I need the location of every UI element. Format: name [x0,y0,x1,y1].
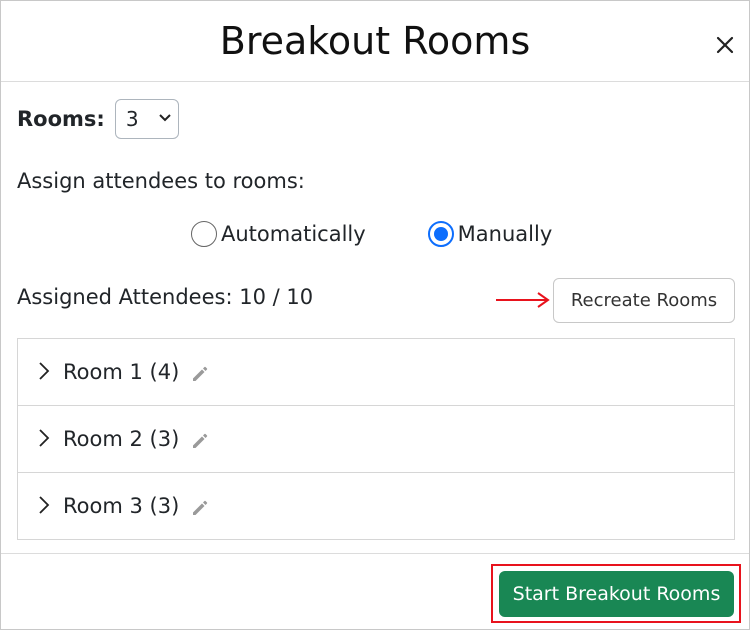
breakout-rooms-dialog: Breakout Rooms Rooms: 3 Assign attendees… [0,0,750,630]
pencil-icon[interactable] [190,498,210,518]
rooms-count-value: 3 [125,107,139,131]
rooms-count-row: Rooms: 3 [17,98,179,140]
dialog-footer: Start Breakout Rooms [1,553,749,630]
chevron-right-icon[interactable] [38,495,50,515]
dialog-title: Breakout Rooms [219,19,531,63]
chevron-right-icon[interactable] [38,361,50,381]
close-icon[interactable] [711,31,739,59]
radio-automatically-label: Automatically [221,222,366,246]
rooms-list: Room 1 (4) Room 2 (3) Room 3 (3) [17,338,735,540]
radio-manually[interactable]: Manually [427,221,553,247]
room-item-label: Room 2 (3) [63,427,180,451]
room-item-3[interactable]: Room 3 (3) [18,473,734,539]
pencil-icon[interactable] [190,431,210,451]
arrow-right-icon [496,292,550,308]
radio-automatically-circle[interactable] [191,221,217,247]
chevron-down-icon [159,114,171,122]
room-item-2[interactable]: Room 2 (3) [18,406,734,473]
dialog-header: Breakout Rooms [1,1,749,82]
radio-manually-label: Manually [457,222,553,246]
radio-automatically[interactable]: Automatically [191,221,366,247]
assign-mode-radio-group: Automatically Manually [191,219,552,249]
chevron-right-icon[interactable] [38,428,50,448]
room-item-label: Room 1 (4) [63,360,180,384]
rooms-count-select[interactable]: 3 [114,99,179,139]
assigned-attendees-count: Assigned Attendees: 10 / 10 [17,285,314,309]
pencil-icon[interactable] [190,364,210,384]
room-item-1[interactable]: Room 1 (4) [18,339,734,406]
rooms-label: Rooms: [17,107,105,131]
start-breakout-rooms-button[interactable]: Start Breakout Rooms [499,571,734,617]
radio-manually-circle[interactable] [427,221,454,247]
assign-attendees-label: Assign attendees to rooms: [17,169,305,193]
recreate-rooms-button[interactable]: Recreate Rooms [553,278,735,323]
room-item-label: Room 3 (3) [63,494,180,518]
